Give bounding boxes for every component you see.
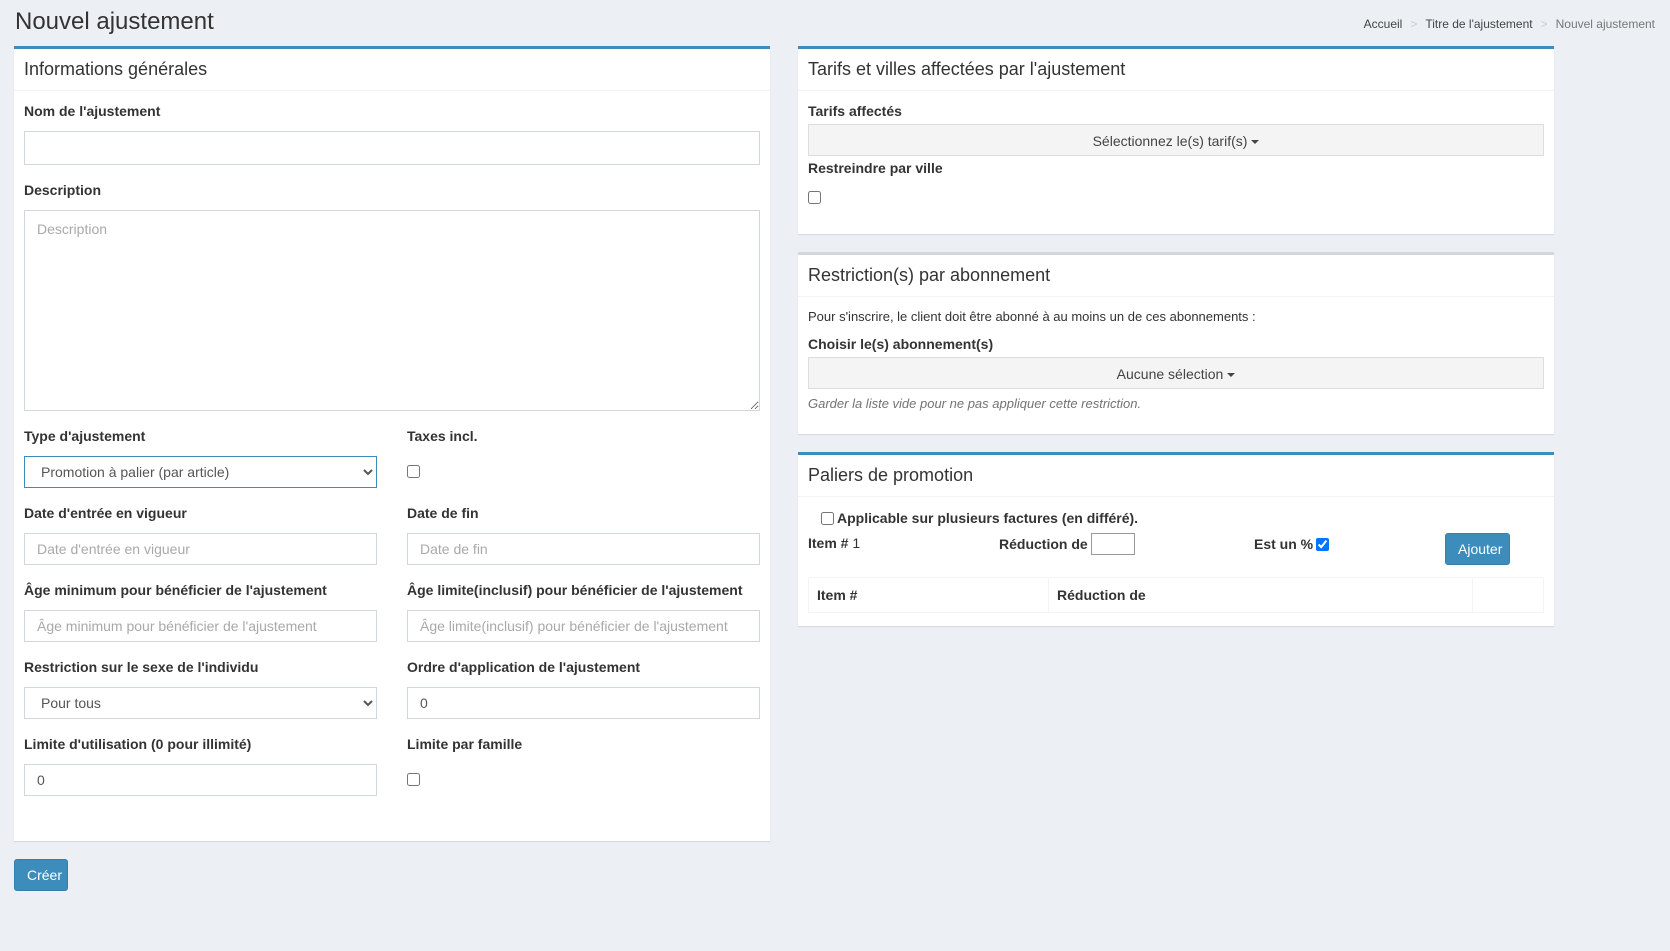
order-label: Ordre d'application de l'ajustement xyxy=(407,659,641,675)
item-number-value: 1 xyxy=(852,535,861,551)
create-button[interactable]: Créer xyxy=(14,859,68,891)
tarifs-box: Tarifs et villes affectées par l'ajustem… xyxy=(798,46,1554,234)
name-label: Nom de l'ajustement xyxy=(24,103,161,119)
family-limit-label: Limite par famille xyxy=(407,736,523,752)
multi-invoice-row: Applicable sur plusieurs factures (en di… xyxy=(821,510,1138,526)
table-header-row: Item # Réduction de xyxy=(808,577,1544,613)
type-select[interactable]: Promotion à palier (par article) xyxy=(24,456,377,488)
max-age-label: Âge limite(inclusif) pour bénéficier de … xyxy=(407,582,743,598)
end-date-input[interactable] xyxy=(407,533,760,565)
multi-invoice-label: Applicable sur plusieurs factures (en di… xyxy=(837,510,1139,526)
tarifs-button-label: Sélectionnez le(s) tarif(s) xyxy=(1092,133,1248,149)
taxes-label: Taxes incl. xyxy=(407,428,478,444)
multi-invoice-checkbox[interactable] xyxy=(821,511,834,525)
column-actions xyxy=(1472,577,1544,613)
reduction-row: Réduction de xyxy=(999,533,1135,555)
min-age-label: Âge minimum pour bénéficier de l'ajustem… xyxy=(24,582,327,598)
end-date-label: Date de fin xyxy=(407,505,479,521)
city-checkbox[interactable] xyxy=(808,191,821,204)
tarifs-header: Tarifs et villes affectées par l'ajustem… xyxy=(798,49,1554,91)
reduction-input[interactable] xyxy=(1090,533,1135,555)
taxes-checkbox[interactable] xyxy=(407,465,420,478)
tarifs-label: Tarifs affectés xyxy=(808,103,902,119)
breadcrumb-separator: > xyxy=(1410,17,1418,31)
name-input[interactable] xyxy=(24,131,760,165)
breadcrumb-adjustments[interactable]: Titre de l'ajustement xyxy=(1425,17,1532,31)
add-tier-button[interactable]: Ajouter xyxy=(1445,533,1510,565)
percent-checkbox[interactable] xyxy=(1316,537,1330,551)
reduction-label: Réduction de xyxy=(999,536,1088,552)
general-info-header: Informations générales xyxy=(14,49,770,91)
max-age-input[interactable] xyxy=(407,610,760,642)
breadcrumb-separator: > xyxy=(1540,17,1548,31)
item-number-row: Item # 1 xyxy=(808,535,860,551)
min-age-input[interactable] xyxy=(24,610,377,642)
start-date-input[interactable] xyxy=(24,533,377,565)
sex-select[interactable]: Pour tous xyxy=(24,687,377,719)
subscriptions-help: Garder la liste vide pour ne pas appliqu… xyxy=(808,396,1142,411)
tiers-table: Item # Réduction de xyxy=(808,577,1544,613)
page-title: Nouvel ajustement xyxy=(15,8,214,35)
city-label: Restreindre par ville xyxy=(808,160,943,176)
breadcrumb-current: Nouvel ajustement xyxy=(1555,17,1655,31)
usage-limit-label: Limite d'utilisation (0 pour illimité) xyxy=(24,736,252,752)
column-reduction: Réduction de xyxy=(1048,577,1473,613)
tarifs-multiselect-button[interactable]: Sélectionnez le(s) tarif(s) xyxy=(808,124,1544,156)
caret-down-icon xyxy=(1251,140,1260,145)
percent-row: Est un % xyxy=(1254,536,1330,552)
breadcrumb: Accueil > Titre de l'ajustement > Nouvel… xyxy=(1364,17,1655,31)
sex-label: Restriction sur le sexe de l'individu xyxy=(24,659,259,675)
usage-limit-input[interactable] xyxy=(24,764,377,796)
percent-label: Est un % xyxy=(1254,536,1314,552)
tiers-box: Paliers de promotion Applicable sur plus… xyxy=(798,452,1554,626)
general-info-box: Informations générales Nom de l'ajusteme… xyxy=(14,46,770,841)
family-limit-checkbox[interactable] xyxy=(407,773,420,786)
description-label: Description xyxy=(24,182,102,198)
subscriptions-button-label: Aucune sélection xyxy=(1116,366,1224,382)
caret-down-icon xyxy=(1227,373,1236,378)
start-date-label: Date d'entrée en vigueur xyxy=(24,505,187,521)
subscriptions-choose-label: Choisir le(s) abonnement(s) xyxy=(808,336,994,352)
description-textarea[interactable] xyxy=(24,210,760,411)
order-input[interactable] xyxy=(407,687,760,719)
subscriptions-multiselect-button[interactable]: Aucune sélection xyxy=(808,357,1544,389)
column-item: Item # xyxy=(808,577,1049,613)
subscriptions-box: Restriction(s) par abonnement Pour s'ins… xyxy=(798,252,1554,434)
subscriptions-intro: Pour s'inscrire, le client doit être abo… xyxy=(808,309,1256,324)
type-label: Type d'ajustement xyxy=(24,428,146,444)
item-number-label: Item # xyxy=(808,535,849,551)
tiers-header: Paliers de promotion xyxy=(798,455,1554,497)
breadcrumb-home[interactable]: Accueil xyxy=(1364,17,1403,31)
subscriptions-header: Restriction(s) par abonnement xyxy=(798,255,1554,297)
